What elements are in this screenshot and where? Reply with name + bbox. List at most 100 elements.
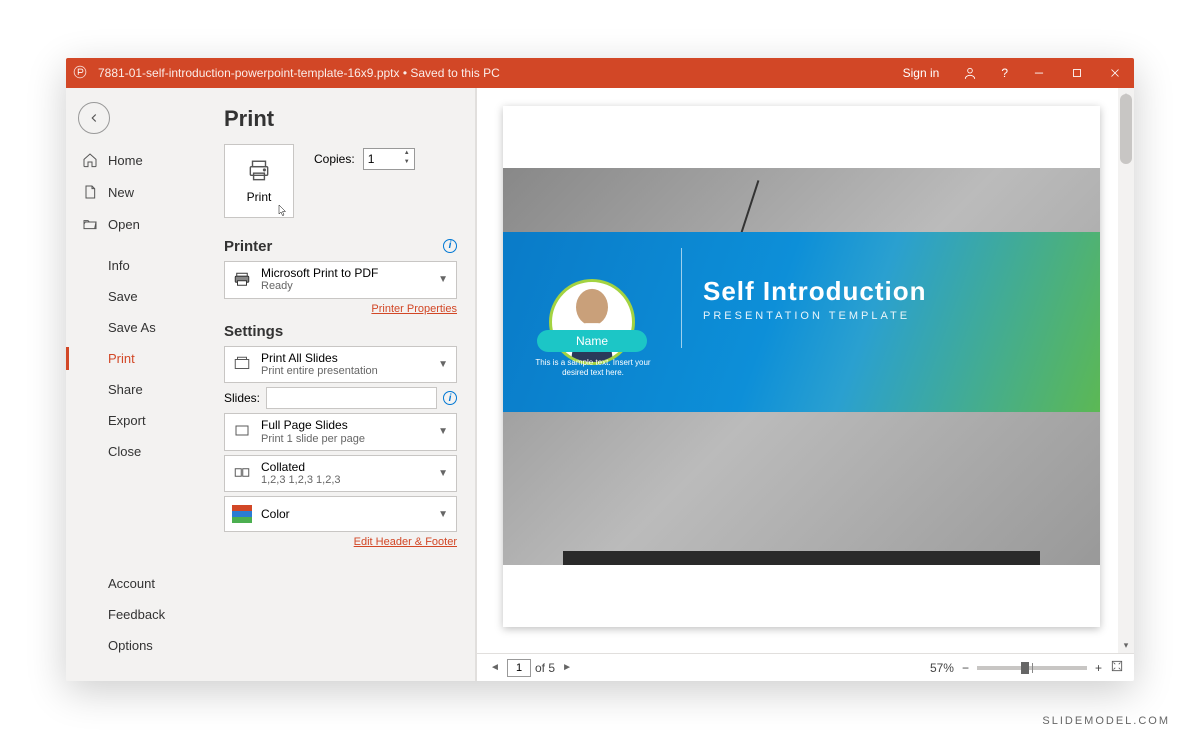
collate-icon [231, 463, 253, 485]
minimize-button[interactable] [1020, 58, 1058, 88]
edit-header-footer-link[interactable]: Edit Header & Footer [224, 536, 457, 548]
nav-label: Home [108, 153, 143, 168]
slide-subtitle: PRESENTATION TEMPLATE [703, 310, 910, 322]
slides-icon [231, 353, 253, 375]
color-dropdown[interactable]: Color ▼ [224, 496, 457, 532]
help-icon[interactable]: ? [989, 58, 1020, 88]
spin-down-icon[interactable]: ▼ [402, 159, 412, 168]
cursor-icon [277, 201, 289, 219]
fit-to-window-button[interactable] [1110, 659, 1124, 676]
backstage-sidebar: Home New Open Info Save Save As Print Sh… [66, 88, 206, 681]
nav-account[interactable]: Account [66, 568, 206, 599]
signin-button[interactable]: Sign in [891, 58, 952, 88]
avatar [549, 279, 635, 365]
nav-new[interactable]: New [66, 176, 206, 208]
zoom-in-button[interactable]: + [1095, 661, 1102, 675]
backstage-body: Home New Open Info Save Save As Print Sh… [66, 88, 1134, 681]
nav-home[interactable]: Home [66, 144, 206, 176]
printer-name: Microsoft Print to PDF [261, 266, 428, 280]
printer-dropdown[interactable]: Microsoft Print to PDFReady ▼ [224, 261, 457, 299]
nav-label: Close [108, 444, 141, 459]
nav-close[interactable]: Close [66, 436, 206, 467]
app-icon [66, 65, 94, 82]
settings-heading: Settings [224, 323, 457, 340]
slides-label: Slides: [224, 391, 260, 405]
print-settings-column: Print Print Copies: 1 ▲▼ Printer i [206, 88, 476, 681]
nav-share[interactable]: Share [66, 374, 206, 405]
nav-label: Options [108, 638, 153, 653]
prev-page-button[interactable]: ◄ [487, 660, 503, 676]
close-button[interactable] [1096, 58, 1134, 88]
print-button-label: Print [247, 190, 272, 204]
chevron-down-icon: ▼ [436, 274, 450, 285]
page-total: of 5 [535, 661, 555, 675]
copies-input[interactable]: 1 ▲▼ [363, 148, 415, 170]
nav-save[interactable]: Save [66, 281, 206, 312]
layout-title: Full Page Slides [261, 418, 428, 432]
nav-label: Open [108, 217, 140, 232]
scroll-thumb[interactable] [1120, 94, 1132, 164]
collate-dropdown[interactable]: Collated1,2,3 1,2,3 1,2,3 ▼ [224, 455, 457, 493]
nav-label: Share [108, 382, 143, 397]
printer-properties-link[interactable]: Printer Properties [224, 303, 457, 315]
nav-label: Save [108, 289, 138, 304]
nav-saveas[interactable]: Save As [66, 312, 206, 343]
app-window: 7881-01-self-introduction-powerpoint-tem… [66, 58, 1134, 681]
chevron-down-icon: ▼ [436, 468, 450, 479]
watermark: SLIDEMODEL.COM [1042, 715, 1170, 727]
nav-print[interactable]: Print [66, 343, 206, 374]
nav-info[interactable]: Info [66, 250, 206, 281]
chevron-down-icon: ▼ [436, 359, 450, 370]
collate-title: Collated [261, 460, 428, 474]
back-button[interactable] [78, 102, 110, 134]
layout-sub: Print 1 slide per page [261, 433, 428, 446]
window-title: 7881-01-self-introduction-powerpoint-tem… [94, 66, 891, 80]
slide-content: Name This is a sample text. Insert your … [503, 168, 1100, 565]
slides-input[interactable] [266, 387, 437, 409]
chevron-down-icon: ▼ [436, 509, 450, 520]
zoom-slider[interactable] [977, 666, 1087, 670]
print-preview-pane: Name This is a sample text. Insert your … [476, 88, 1134, 681]
scroll-down-icon[interactable]: ▾ [1118, 640, 1134, 651]
spin-up-icon[interactable]: ▲ [402, 150, 412, 159]
copies-value: 1 [368, 152, 375, 166]
nav-feedback[interactable]: Feedback [66, 599, 206, 630]
page-number-input[interactable] [507, 659, 531, 677]
divider-line [681, 248, 682, 348]
layout-dropdown[interactable]: Full Page SlidesPrint 1 slide per page ▼ [224, 413, 457, 451]
nav-label: Feedback [108, 607, 165, 622]
printer-heading: Printer [224, 238, 272, 255]
nav-label: Export [108, 413, 146, 428]
nav-options[interactable]: Options [66, 630, 206, 661]
account-icon[interactable] [951, 58, 989, 88]
printer-icon [245, 158, 273, 184]
next-page-button[interactable]: ► [559, 660, 575, 676]
chevron-down-icon: ▼ [436, 426, 450, 437]
info-icon[interactable]: i [443, 239, 457, 253]
preview-body: Name This is a sample text. Insert your … [477, 88, 1134, 653]
open-icon [82, 216, 98, 232]
vertical-scrollbar[interactable]: ▴ ▾ [1118, 88, 1134, 653]
preview-page: Name This is a sample text. Insert your … [503, 106, 1100, 627]
print-button[interactable]: Print [224, 144, 294, 218]
collate-sub: 1,2,3 1,2,3 1,2,3 [261, 474, 428, 487]
print-scope-dropdown[interactable]: Print All SlidesPrint entire presentatio… [224, 346, 457, 384]
nav-label: Info [108, 258, 130, 273]
zoom-out-button[interactable]: − [962, 661, 969, 675]
printer-status: Ready [261, 280, 428, 293]
copies-label: Copies: [314, 152, 355, 166]
color-icon [231, 503, 253, 525]
nav-export[interactable]: Export [66, 405, 206, 436]
sample-text: This is a sample text. Insert your desir… [531, 358, 655, 377]
info-icon[interactable]: i [443, 391, 457, 405]
maximize-button[interactable] [1058, 58, 1096, 88]
nav-label: Save As [108, 320, 156, 335]
nav-open[interactable]: Open [66, 208, 206, 240]
page-title: Print [224, 106, 457, 132]
home-icon [82, 152, 98, 168]
scope-sub: Print entire presentation [261, 365, 428, 378]
zoom-label: 57% [930, 661, 954, 675]
printer-device-icon [231, 269, 253, 291]
nav-label: Print [108, 351, 135, 366]
titlebar: 7881-01-self-introduction-powerpoint-tem… [66, 58, 1134, 88]
